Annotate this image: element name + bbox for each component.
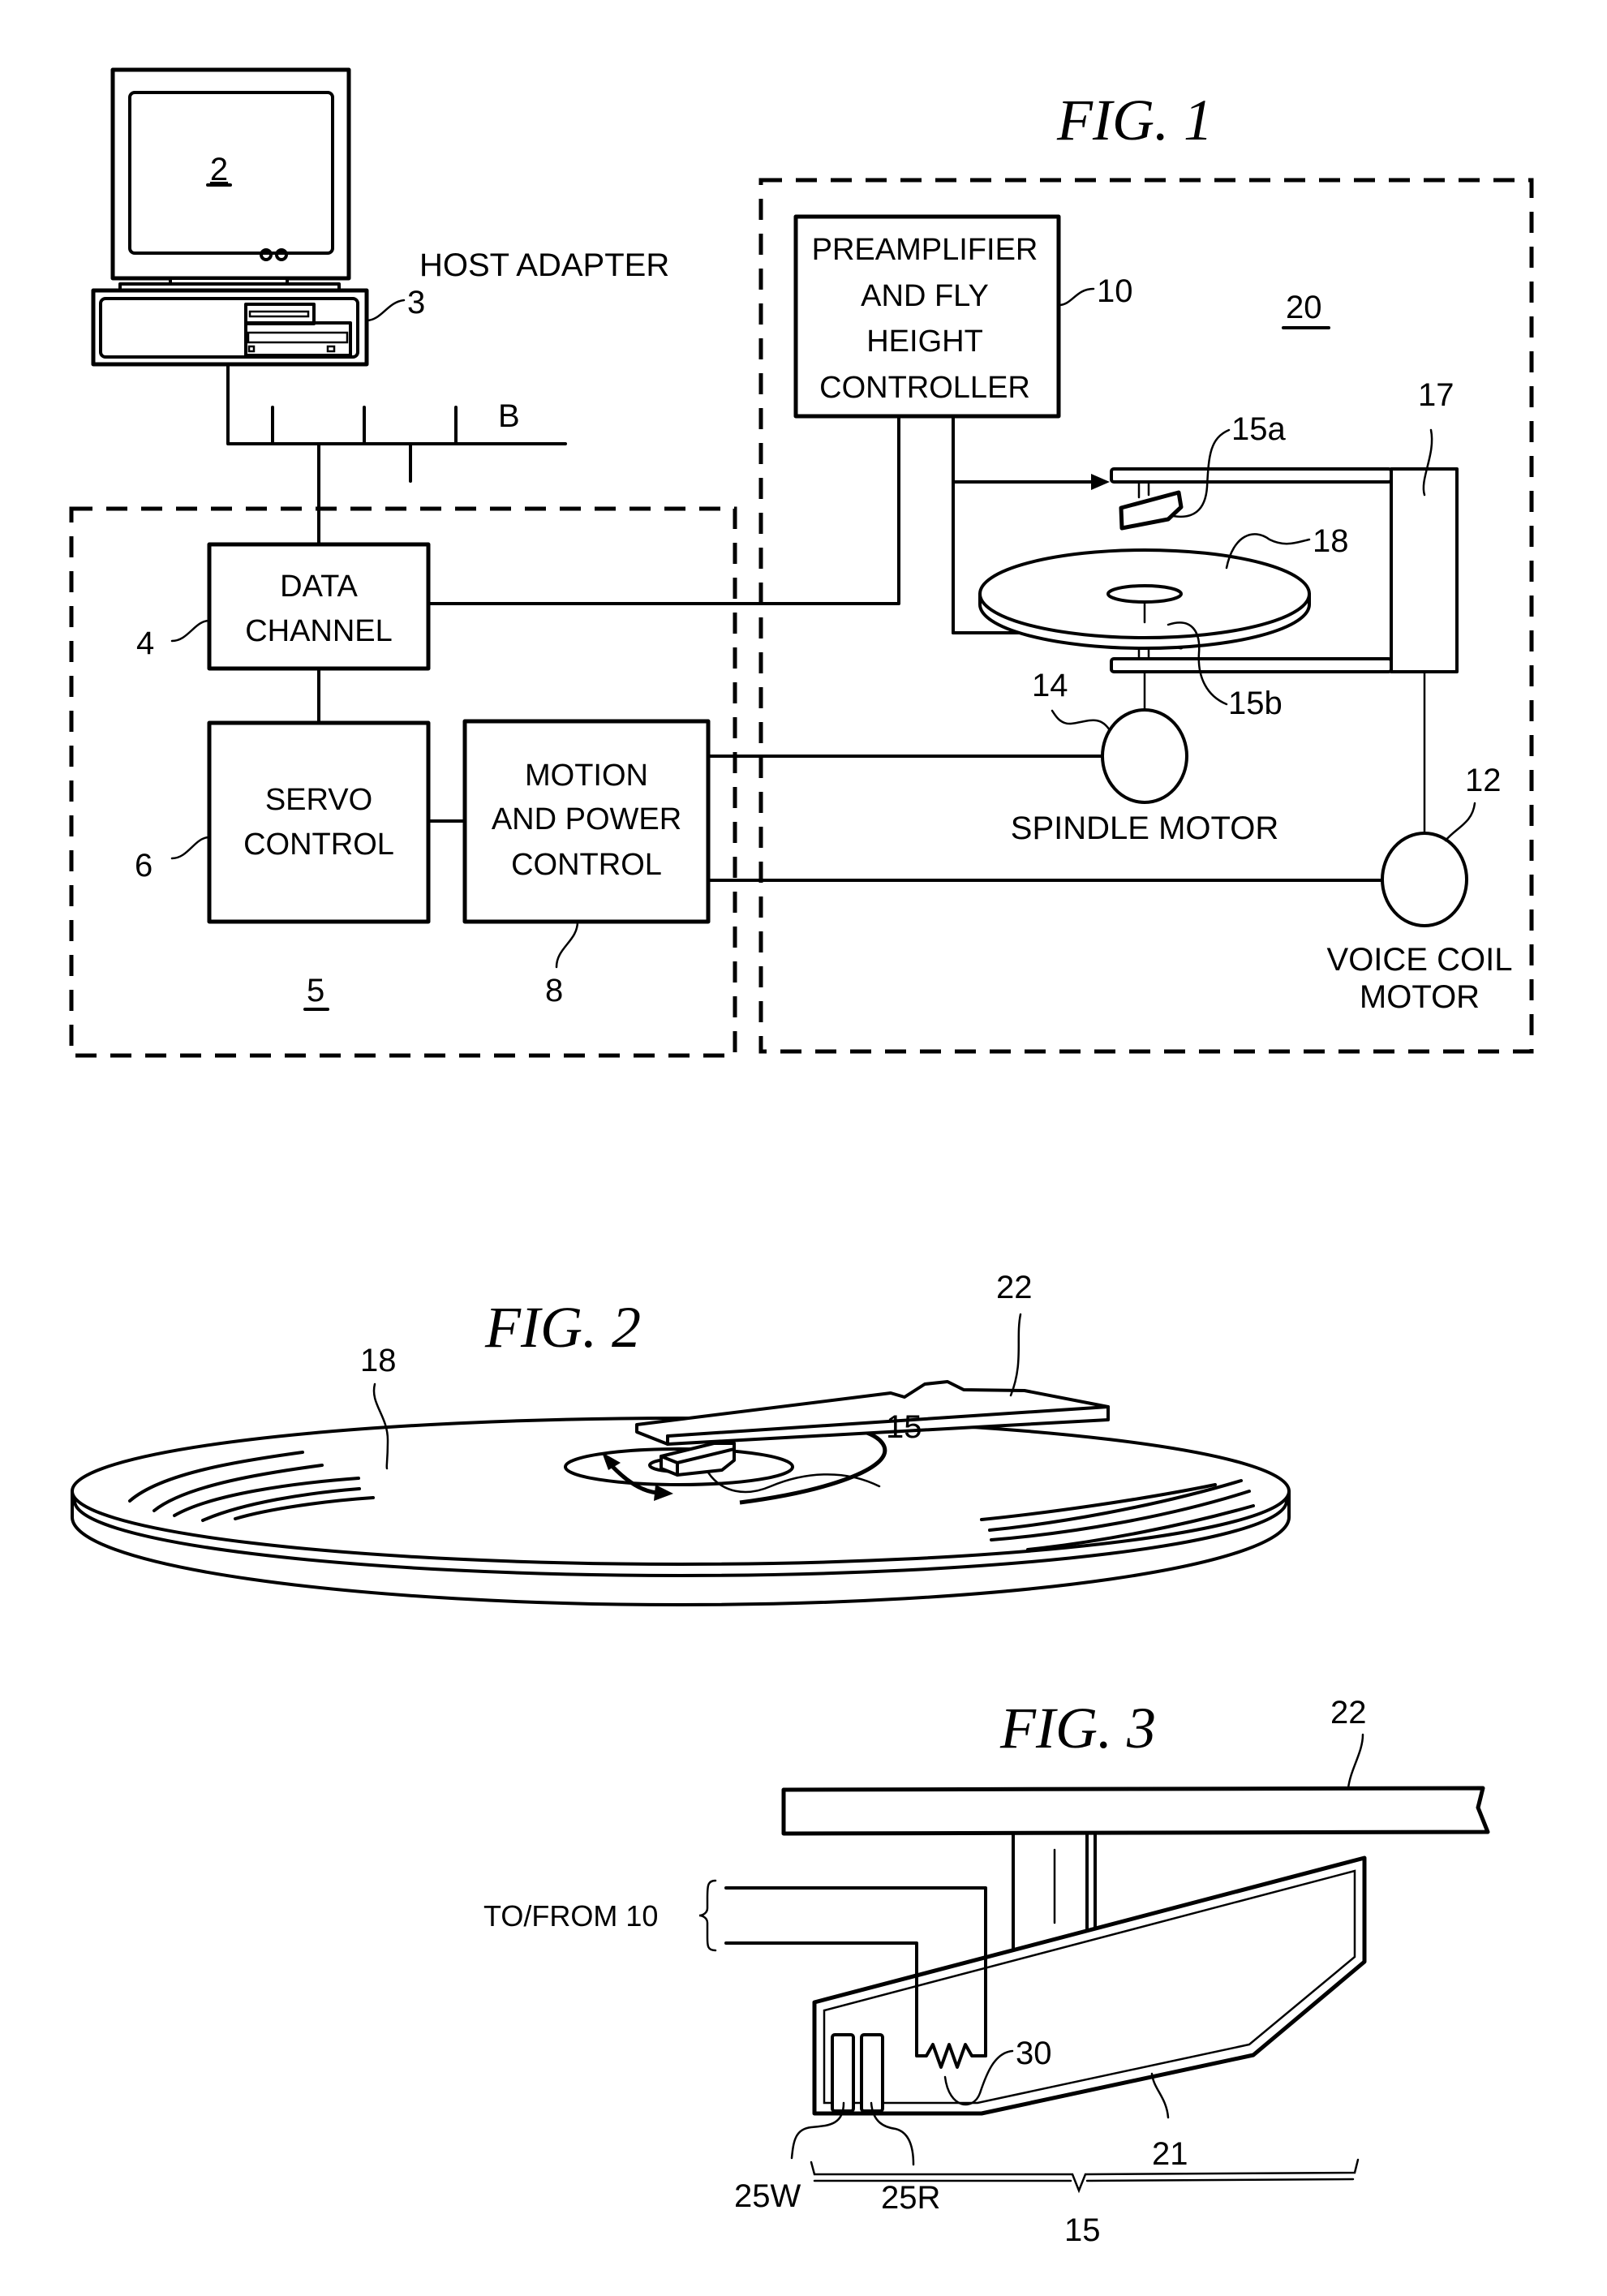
servo-ref: 6 [135,848,153,884]
motion-line1: MOTION [525,759,648,793]
disk-18-ref: 18 [360,1343,397,1378]
host-adapter-label: HOST ADAPTER [419,247,669,283]
servo-control-box [207,720,431,924]
fig3-title: FIG. 3 [999,1696,1156,1761]
spindle-motor-14 [1101,708,1188,804]
host-adapter-ref: 3 [407,285,425,320]
motion-line2: AND POWER [492,802,681,836]
actuator-block-17 [1390,467,1459,673]
spindle-motor-label: SPINDLE MOTOR [1011,810,1278,846]
data-channel-line2: CHANNEL [245,614,393,648]
slider-21 [812,1855,1367,2116]
motion-line3: CONTROL [511,848,662,882]
bus-label: B [498,398,520,434]
read-element-25R [860,2033,884,2113]
figure-2: FIG. 2 22 15 18 [71,1270,1291,1606]
to-from-label: TO/FROM 10 [483,1899,658,1933]
vcm-label-line1: VOICE COIL [1327,942,1513,978]
arm-22-ref: 22 [996,1270,1033,1305]
arm-22-leader [1009,1313,1022,1397]
controller-group-ref: 5 [307,973,324,1008]
preamp-line2: AND FLY [861,279,989,313]
computer-base [91,288,369,367]
data-channel-block: DATA CHANNEL [207,542,431,671]
bus-b [226,363,567,546]
disk-top [978,548,1311,639]
disk-18-fig1 [978,548,1311,650]
data-channel-leader [170,619,211,643]
servo-control-block: SERVO CONTROL [207,720,431,924]
head-15-ref: 15 [886,1409,922,1445]
monitor-screen [128,91,334,255]
servo-line2: CONTROL [243,828,394,862]
drive-group-ref: 20 [1286,290,1322,325]
write-element-25W [831,2033,855,2113]
host-ref-label: 2 [210,152,228,187]
spindle-ref: 14 [1032,668,1068,703]
head-15b-ref: 15b [1228,686,1283,721]
preamp-line3: HEIGHT [866,325,983,359]
host-adapter-leader [365,299,406,322]
patent-drawing-sheet: FIG. 1 2 HOST ADAPTER 3 B DATA CHANNEL 4… [69,67,1534,2248]
preamp-block: PREAMPLIFIER AND FLY HEIGHT CONTROLLER [793,214,1061,419]
vcm-ref: 12 [1465,763,1502,798]
preamp-line4: CONTROLLER [819,371,1030,405]
motion-ref: 8 [545,973,563,1008]
to-from-brace [698,1879,717,1952]
actuator-17-ref: 17 [1418,377,1454,413]
preamp-ref: 10 [1097,273,1133,309]
suspension-beam-22 [781,1786,1490,1836]
preamp-leader [1057,287,1095,307]
write-25W-ref: 25W [734,2178,801,2214]
data-channel-line1: DATA [280,570,358,604]
lower-arm [1110,657,1393,673]
host-computer-icon [91,67,369,367]
slider-21-ref: 21 [1152,2136,1188,2172]
beam-22-leader [1347,1733,1364,1790]
preamp-line1: PREAMPLIFIER [812,233,1038,267]
spindle-leader [1051,709,1111,732]
arrow-to-head-a-icon [1091,474,1110,490]
beam-22-ref: 22 [1330,1695,1367,1731]
data-channel-box [207,542,431,671]
fig2-title: FIG. 2 [484,1295,641,1360]
disk-18-ref: 18 [1313,523,1349,559]
vcm-leader [1444,802,1476,842]
slider-outline [812,1855,1367,2116]
servo-leader [170,836,211,860]
upper-arm [1110,467,1393,484]
head-15-ref: 15 [1064,2212,1101,2248]
figure-1: FIG. 1 2 HOST ADAPTER 3 B DATA CHANNEL 4… [69,67,1534,1058]
head-15a [1119,490,1184,531]
fig1-title: FIG. 1 [1056,88,1213,153]
heater-30-ref: 30 [1016,2036,1052,2071]
motion-power-block: MOTION AND POWER CONTROL [462,719,711,924]
servo-line1: SERVO [265,783,372,817]
vcm-label-line2: MOTOR [1360,979,1480,1015]
read-25R-ref: 25R [881,2180,940,2216]
voice-coil-motor-12 [1381,832,1468,927]
motion-leader [555,920,579,969]
head-15a-ref: 15a [1231,411,1286,447]
figure-3: FIG. 3 22 21 25W 25R 30 TO/FROM 10 15 [483,1695,1490,2248]
slider-21-leader [1150,2072,1170,2119]
data-channel-ref: 4 [136,626,154,661]
